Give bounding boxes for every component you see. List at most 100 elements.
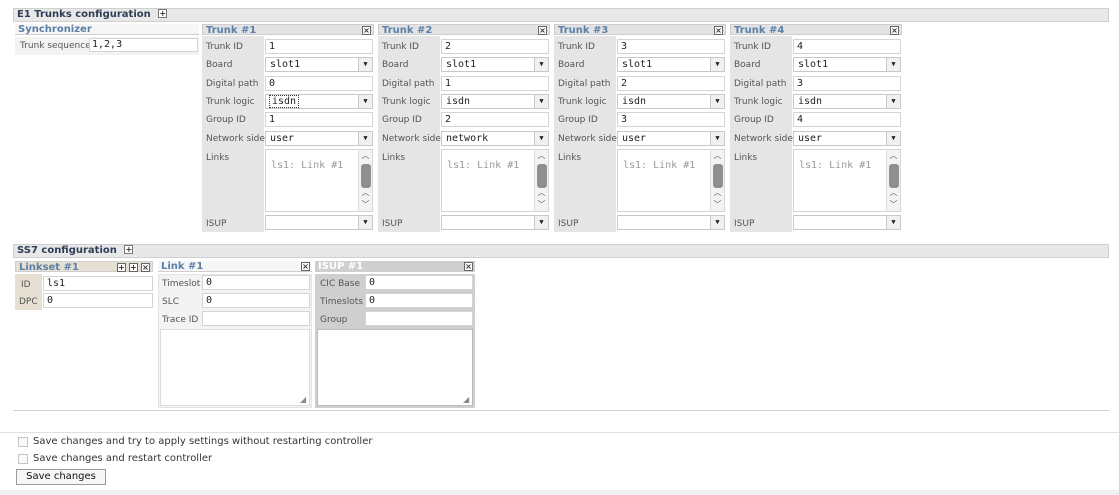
- scroll-thumb[interactable]: [361, 164, 371, 188]
- close-link-close-icon[interactable]: ×: [301, 262, 310, 271]
- chevron-down-icon[interactable]: ▼: [534, 95, 548, 108]
- links-listbox[interactable]: ls1: Link #1 ︿ ︿ ﹀: [441, 149, 549, 212]
- chevron-down-icon[interactable]: ▼: [534, 132, 548, 145]
- trunk-logic-select[interactable]: isdn ▼: [441, 94, 549, 109]
- chevron-down-icon[interactable]: ▼: [358, 216, 372, 229]
- board-select[interactable]: slot1 ▼: [441, 57, 549, 72]
- scroll-thumb[interactable]: [537, 164, 547, 188]
- isup-notes-textarea[interactable]: ◢: [317, 329, 473, 406]
- chevron-down-icon[interactable]: ▼: [534, 58, 548, 71]
- chevron-down-icon[interactable]: ▼: [534, 216, 548, 229]
- close-trunk-close-icon[interactable]: ×: [362, 26, 371, 35]
- links-scrollbar[interactable]: ︿ ︿ ﹀: [358, 150, 372, 211]
- resize-grip-icon[interactable]: ◢: [300, 396, 308, 404]
- isup-select[interactable]: ▼: [793, 215, 901, 230]
- board-select[interactable]: slot1 ▼: [265, 57, 373, 72]
- isup-select[interactable]: ▼: [617, 215, 725, 230]
- group-id-input[interactable]: 1: [265, 112, 373, 127]
- linkset-dpc-input[interactable]: 0: [43, 293, 153, 308]
- network-side-select[interactable]: user ▼: [793, 131, 901, 146]
- digital-path-input[interactable]: 0: [265, 76, 373, 91]
- close-trunk-close-icon[interactable]: ×: [714, 26, 723, 35]
- scroll-down-icon[interactable]: ﹀: [535, 199, 548, 211]
- expand-e1-plus-icon[interactable]: +: [158, 9, 168, 18]
- network-side-select[interactable]: user ▼: [265, 131, 373, 146]
- group-id-input[interactable]: 2: [441, 112, 549, 127]
- chevron-down-icon[interactable]: ▼: [358, 95, 372, 108]
- add-link-plus-icon[interactable]: +: [117, 263, 126, 272]
- scroll-down-icon[interactable]: ﹀: [359, 199, 372, 211]
- chevron-down-icon[interactable]: ▼: [886, 58, 900, 71]
- link-notes-textarea[interactable]: ◢: [160, 329, 310, 406]
- trunk-sequence-input[interactable]: 1,2,3: [89, 38, 198, 52]
- scroll-down-icon[interactable]: ﹀: [887, 199, 900, 211]
- scroll-up-icon[interactable]: ︿: [359, 150, 372, 162]
- isup-select[interactable]: ▼: [265, 215, 373, 230]
- board-select[interactable]: slot1 ▼: [793, 57, 901, 72]
- scroll-thumb[interactable]: [713, 164, 723, 188]
- network-side-select[interactable]: user ▼: [617, 131, 725, 146]
- links-listbox[interactable]: ls1: Link #1 ︿ ︿ ﹀: [793, 149, 901, 212]
- apply-without-restart-checkbox[interactable]: [18, 437, 28, 447]
- scroll-up-icon[interactable]: ︿: [887, 150, 900, 162]
- isup-timeslots-input[interactable]: 0: [365, 293, 473, 308]
- chevron-down-icon[interactable]: ▼: [358, 58, 372, 71]
- close-trunk-close-icon[interactable]: ×: [538, 26, 547, 35]
- chevron-down-icon[interactable]: ▼: [886, 95, 900, 108]
- close-isup-close-icon[interactable]: ×: [464, 262, 473, 271]
- group-id-input[interactable]: 3: [617, 112, 725, 127]
- digital-path-input[interactable]: 1: [441, 76, 549, 91]
- isup-select[interactable]: ▼: [441, 215, 549, 230]
- links-value: ls1: Link #1: [447, 160, 520, 171]
- network-side-select[interactable]: network ▼: [441, 131, 549, 146]
- add-isup-plus-icon[interactable]: +: [129, 263, 138, 272]
- chevron-down-icon[interactable]: ▼: [358, 132, 372, 145]
- links-listbox[interactable]: ls1: Link #1 ︿ ︿ ﹀: [265, 149, 373, 212]
- group-id-input[interactable]: 4: [793, 112, 901, 127]
- trunk-logic-select[interactable]: isdn ▼: [793, 94, 901, 109]
- close-linkset-close-icon[interactable]: ×: [141, 263, 150, 272]
- links-scrollbar[interactable]: ︿ ︿ ﹀: [534, 150, 548, 211]
- chevron-down-icon[interactable]: ▼: [710, 95, 724, 108]
- save-changes-button[interactable]: Save changes: [16, 469, 106, 485]
- group-id-label: Group ID: [734, 115, 774, 125]
- digital-path-input[interactable]: 2: [617, 76, 725, 91]
- scroll-up-icon[interactable]: ︿: [711, 187, 724, 199]
- digital-path-input[interactable]: 3: [793, 76, 901, 91]
- scroll-up-icon[interactable]: ︿: [359, 187, 372, 199]
- scroll-up-icon[interactable]: ︿: [535, 150, 548, 162]
- links-listbox[interactable]: ls1: Link #1 ︿ ︿ ﹀: [617, 149, 725, 212]
- restart-controller-checkbox[interactable]: [18, 454, 28, 464]
- trunk-logic-value: isdn: [622, 96, 647, 107]
- scroll-up-icon[interactable]: ︿: [887, 187, 900, 199]
- scroll-up-icon[interactable]: ︿: [711, 150, 724, 162]
- chevron-down-icon[interactable]: ▼: [710, 58, 724, 71]
- chevron-down-icon[interactable]: ▼: [710, 132, 724, 145]
- chevron-down-icon[interactable]: ▼: [710, 216, 724, 229]
- trunk-sequence-label: Trunk sequence: [20, 41, 91, 51]
- resize-grip-icon[interactable]: ◢: [463, 396, 471, 404]
- trunk-id-input[interactable]: 3: [617, 39, 725, 54]
- scroll-thumb[interactable]: [889, 164, 899, 188]
- links-scrollbar[interactable]: ︿ ︿ ﹀: [886, 150, 900, 211]
- chevron-down-icon[interactable]: ▼: [886, 132, 900, 145]
- digital-path-label: Digital path: [558, 79, 611, 89]
- linkset-id-input[interactable]: ls1: [43, 276, 153, 291]
- trunk-id-input[interactable]: 1: [265, 39, 373, 54]
- link-trace-input[interactable]: [202, 311, 310, 326]
- trunk-id-input[interactable]: 4: [793, 39, 901, 54]
- trunk-id-input[interactable]: 2: [441, 39, 549, 54]
- trunk-logic-select[interactable]: isdn ▼: [617, 94, 725, 109]
- chevron-down-icon[interactable]: ▼: [886, 216, 900, 229]
- isup-group-input[interactable]: [365, 311, 473, 326]
- link-timeslot-input[interactable]: 0: [202, 275, 310, 290]
- board-select[interactable]: slot1 ▼: [617, 57, 725, 72]
- scroll-down-icon[interactable]: ﹀: [711, 199, 724, 211]
- trunk-logic-select[interactable]: isdn ▼: [265, 94, 373, 109]
- isup-cic-input[interactable]: 0: [365, 275, 473, 290]
- close-trunk-close-icon[interactable]: ×: [890, 26, 899, 35]
- expand-ss7-plus-icon[interactable]: +: [124, 245, 134, 254]
- scroll-up-icon[interactable]: ︿: [535, 187, 548, 199]
- links-scrollbar[interactable]: ︿ ︿ ﹀: [710, 150, 724, 211]
- link-slc-input[interactable]: 0: [202, 293, 310, 308]
